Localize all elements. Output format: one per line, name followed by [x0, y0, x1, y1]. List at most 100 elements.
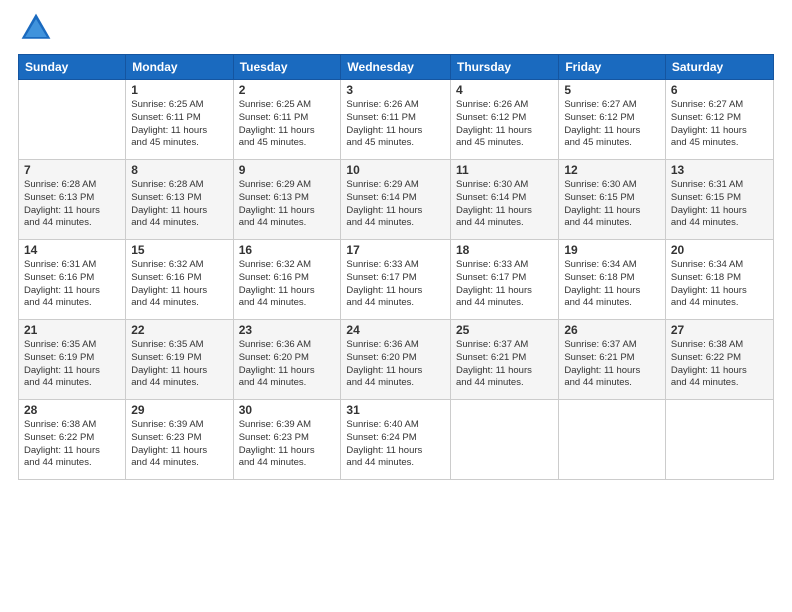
- day-number: 10: [346, 163, 445, 177]
- weekday-header-sunday: Sunday: [19, 55, 126, 80]
- weekday-header-saturday: Saturday: [665, 55, 773, 80]
- day-info: Sunrise: 6:37 AM Sunset: 6:21 PM Dayligh…: [456, 339, 553, 390]
- day-info: Sunrise: 6:25 AM Sunset: 6:11 PM Dayligh…: [239, 99, 336, 150]
- day-cell: 7 Sunrise: 6:28 AM Sunset: 6:13 PM Daylig…: [19, 160, 126, 240]
- day-number: 31: [346, 403, 445, 417]
- page: SundayMondayTuesdayWednesdayThursdayFrid…: [0, 0, 792, 612]
- day-info: Sunrise: 6:32 AM Sunset: 6:16 PM Dayligh…: [239, 259, 336, 310]
- day-info: Sunrise: 6:31 AM Sunset: 6:15 PM Dayligh…: [671, 179, 768, 230]
- day-cell: 29 Sunrise: 6:39 AM Sunset: 6:23 PM Dayli…: [126, 400, 233, 480]
- day-number: 19: [564, 243, 660, 257]
- day-cell: 11Sunrise: 6:30 AM Sunset: 6:14 PM Dayli…: [451, 160, 559, 240]
- day-cell: 28 Sunrise: 6:38 AM Sunset: 6:22 PM Dayli…: [19, 400, 126, 480]
- day-number: 7: [24, 163, 120, 177]
- day-cell: 6 Sunrise: 6:27 AM Sunset: 6:12 PM Daylig…: [665, 80, 773, 160]
- day-number: 4: [456, 83, 553, 97]
- day-info: Sunrise: 6:35 AM Sunset: 6:19 PM Dayligh…: [24, 339, 120, 390]
- day-cell: 23 Sunrise: 6:36 AM Sunset: 6:20 PM Dayli…: [233, 320, 341, 400]
- logo-icon: [18, 10, 54, 46]
- weekday-header-wednesday: Wednesday: [341, 55, 451, 80]
- day-number: 3: [346, 83, 445, 97]
- day-info: Sunrise: 6:34 AM Sunset: 6:18 PM Dayligh…: [564, 259, 660, 310]
- logo: [18, 10, 58, 46]
- day-number: 22: [131, 323, 227, 337]
- day-info: Sunrise: 6:29 AM Sunset: 6:13 PM Dayligh…: [239, 179, 336, 230]
- day-info: Sunrise: 6:33 AM Sunset: 6:17 PM Dayligh…: [456, 259, 553, 310]
- day-cell: 16 Sunrise: 6:32 AM Sunset: 6:16 PM Dayli…: [233, 240, 341, 320]
- day-info: Sunrise: 6:36 AM Sunset: 6:20 PM Dayligh…: [239, 339, 336, 390]
- day-cell: [559, 400, 666, 480]
- day-info: Sunrise: 6:39 AM Sunset: 6:23 PM Dayligh…: [239, 419, 336, 470]
- day-cell: 21 Sunrise: 6:35 AM Sunset: 6:19 PM Dayli…: [19, 320, 126, 400]
- day-cell: [451, 400, 559, 480]
- day-number: 14: [24, 243, 120, 257]
- day-cell: 20 Sunrise: 6:34 AM Sunset: 6:18 PM Dayli…: [665, 240, 773, 320]
- day-number: 17: [346, 243, 445, 257]
- calendar: SundayMondayTuesdayWednesdayThursdayFrid…: [18, 54, 774, 480]
- day-number: 2: [239, 83, 336, 97]
- weekday-header-thursday: Thursday: [451, 55, 559, 80]
- day-cell: 27 Sunrise: 6:38 AM Sunset: 6:22 PM Dayli…: [665, 320, 773, 400]
- day-number: 5: [564, 83, 660, 97]
- day-cell: 4 Sunrise: 6:26 AM Sunset: 6:12 PM Daylig…: [451, 80, 559, 160]
- day-number: 8: [131, 163, 227, 177]
- day-cell: 2 Sunrise: 6:25 AM Sunset: 6:11 PM Daylig…: [233, 80, 341, 160]
- day-number: 28: [24, 403, 120, 417]
- day-info: Sunrise: 6:35 AM Sunset: 6:19 PM Dayligh…: [131, 339, 227, 390]
- day-cell: 25 Sunrise: 6:37 AM Sunset: 6:21 PM Dayli…: [451, 320, 559, 400]
- day-info: Sunrise: 6:26 AM Sunset: 6:11 PM Dayligh…: [346, 99, 445, 150]
- day-info: Sunrise: 6:26 AM Sunset: 6:12 PM Dayligh…: [456, 99, 553, 150]
- day-number: 25: [456, 323, 553, 337]
- day-info: Sunrise: 6:34 AM Sunset: 6:18 PM Dayligh…: [671, 259, 768, 310]
- day-cell: 18 Sunrise: 6:33 AM Sunset: 6:17 PM Dayli…: [451, 240, 559, 320]
- day-info: Sunrise: 6:36 AM Sunset: 6:20 PM Dayligh…: [346, 339, 445, 390]
- day-cell: [19, 80, 126, 160]
- day-info: Sunrise: 6:27 AM Sunset: 6:12 PM Dayligh…: [671, 99, 768, 150]
- week-row-2: 7 Sunrise: 6:28 AM Sunset: 6:13 PM Daylig…: [19, 160, 774, 240]
- day-cell: 13Sunrise: 6:31 AM Sunset: 6:15 PM Dayli…: [665, 160, 773, 240]
- day-number: 30: [239, 403, 336, 417]
- day-number: 16: [239, 243, 336, 257]
- day-number: 20: [671, 243, 768, 257]
- day-number: 6: [671, 83, 768, 97]
- day-cell: 1Sunrise: 6:25 AM Sunset: 6:11 PM Daylig…: [126, 80, 233, 160]
- day-info: Sunrise: 6:33 AM Sunset: 6:17 PM Dayligh…: [346, 259, 445, 310]
- day-cell: 30 Sunrise: 6:39 AM Sunset: 6:23 PM Dayli…: [233, 400, 341, 480]
- day-cell: 15Sunrise: 6:32 AM Sunset: 6:16 PM Dayli…: [126, 240, 233, 320]
- day-info: Sunrise: 6:38 AM Sunset: 6:22 PM Dayligh…: [24, 419, 120, 470]
- day-cell: 19 Sunrise: 6:34 AM Sunset: 6:18 PM Dayli…: [559, 240, 666, 320]
- week-row-4: 21 Sunrise: 6:35 AM Sunset: 6:19 PM Dayli…: [19, 320, 774, 400]
- weekday-header-tuesday: Tuesday: [233, 55, 341, 80]
- day-cell: 10 Sunrise: 6:29 AM Sunset: 6:14 PM Dayli…: [341, 160, 451, 240]
- week-row-5: 28 Sunrise: 6:38 AM Sunset: 6:22 PM Dayli…: [19, 400, 774, 480]
- day-cell: 3 Sunrise: 6:26 AM Sunset: 6:11 PM Daylig…: [341, 80, 451, 160]
- day-info: Sunrise: 6:29 AM Sunset: 6:14 PM Dayligh…: [346, 179, 445, 230]
- day-number: 18: [456, 243, 553, 257]
- day-number: 21: [24, 323, 120, 337]
- day-cell: 14Sunrise: 6:31 AM Sunset: 6:16 PM Dayli…: [19, 240, 126, 320]
- weekday-header-friday: Friday: [559, 55, 666, 80]
- day-cell: 5 Sunrise: 6:27 AM Sunset: 6:12 PM Daylig…: [559, 80, 666, 160]
- header: [18, 10, 774, 46]
- day-number: 23: [239, 323, 336, 337]
- day-info: Sunrise: 6:38 AM Sunset: 6:22 PM Dayligh…: [671, 339, 768, 390]
- day-cell: 9Sunrise: 6:29 AM Sunset: 6:13 PM Daylig…: [233, 160, 341, 240]
- day-cell: 22 Sunrise: 6:35 AM Sunset: 6:19 PM Dayli…: [126, 320, 233, 400]
- day-number: 26: [564, 323, 660, 337]
- day-info: Sunrise: 6:28 AM Sunset: 6:13 PM Dayligh…: [24, 179, 120, 230]
- day-info: Sunrise: 6:30 AM Sunset: 6:15 PM Dayligh…: [564, 179, 660, 230]
- day-info: Sunrise: 6:30 AM Sunset: 6:14 PM Dayligh…: [456, 179, 553, 230]
- weekday-header-monday: Monday: [126, 55, 233, 80]
- day-number: 29: [131, 403, 227, 417]
- day-info: Sunrise: 6:39 AM Sunset: 6:23 PM Dayligh…: [131, 419, 227, 470]
- day-number: 27: [671, 323, 768, 337]
- day-cell: 24Sunrise: 6:36 AM Sunset: 6:20 PM Dayli…: [341, 320, 451, 400]
- day-info: Sunrise: 6:40 AM Sunset: 6:24 PM Dayligh…: [346, 419, 445, 470]
- week-row-1: 1Sunrise: 6:25 AM Sunset: 6:11 PM Daylig…: [19, 80, 774, 160]
- day-number: 15: [131, 243, 227, 257]
- weekday-header-row: SundayMondayTuesdayWednesdayThursdayFrid…: [19, 55, 774, 80]
- day-info: Sunrise: 6:37 AM Sunset: 6:21 PM Dayligh…: [564, 339, 660, 390]
- week-row-3: 14Sunrise: 6:31 AM Sunset: 6:16 PM Dayli…: [19, 240, 774, 320]
- day-cell: 26 Sunrise: 6:37 AM Sunset: 6:21 PM Dayli…: [559, 320, 666, 400]
- day-info: Sunrise: 6:27 AM Sunset: 6:12 PM Dayligh…: [564, 99, 660, 150]
